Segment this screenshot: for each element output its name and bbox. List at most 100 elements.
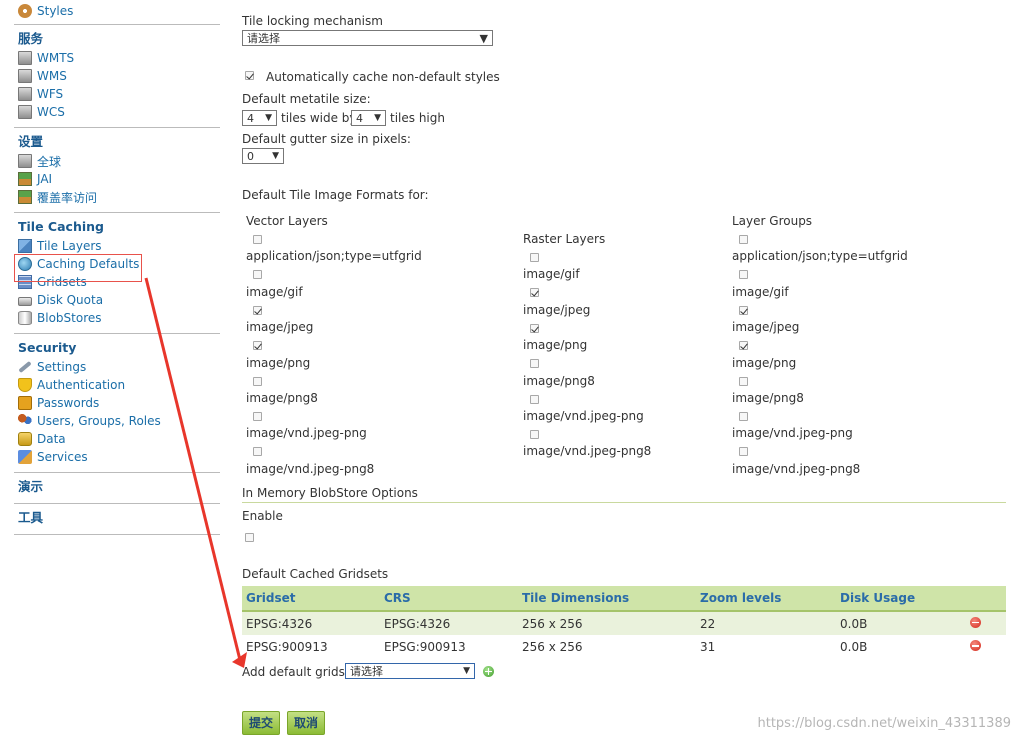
format-checkbox[interactable] [530,253,539,263]
format-checkbox[interactable] [739,305,748,315]
metatile-high-select[interactable]: 4 ▼ [351,110,386,126]
sidebar-item-global[interactable]: 全球 [14,152,220,170]
gutter-select[interactable]: 0 ▼ [242,148,284,164]
format-label: image/vnd.jpeg-png8 [523,444,652,459]
users-icon [18,414,32,428]
tools-title[interactable]: 工具 [14,508,220,528]
cell-tile-dimensions: 256 x 256 [518,611,696,635]
remove-icon[interactable] [970,616,981,628]
format-checkbox-row [246,443,422,461]
metatile-wide-select[interactable]: 4 ▼ [242,110,277,126]
select-value: 请选择 [247,32,280,45]
cancel-button[interactable]: 取消 [287,711,326,735]
sidebar-item-wms[interactable]: WMS [14,67,220,85]
sidebar-item-jai[interactable]: JAI [14,170,220,188]
sidebar-item-label: Settings [37,360,87,374]
format-label: image/gif [523,267,580,282]
format-checkbox[interactable] [253,376,262,386]
sidebar-item-security-settings[interactable]: Settings [14,358,220,376]
security-section: Security Settings Authentication Passwor… [14,333,220,466]
format-checkbox[interactable] [530,288,539,298]
format-checkbox-row [246,337,422,355]
format-checkbox[interactable] [739,270,748,280]
table-row: EPSG:900913 EPSG:900913 256 x 256 31 0.0… [242,635,1006,659]
col-gridset[interactable]: Gridset [242,586,380,612]
sidebar-item-disk-quota[interactable]: Disk Quota [14,291,220,309]
metatile-label: Default metatile size: [242,92,371,106]
format-checkbox[interactable] [530,429,539,439]
raster-title: Raster Layers [523,232,606,246]
demo-title[interactable]: 演示 [14,477,220,497]
tools-section[interactable]: 工具 [14,503,220,528]
sidebar-item-wcs[interactable]: WCS [14,103,220,121]
format-checkbox[interactable] [253,235,262,245]
server-icon [18,87,32,101]
cell-remove [966,635,1006,659]
format-checkbox[interactable] [739,235,748,245]
sidebar-item-data[interactable]: Data [14,430,220,448]
blobstore-icon [18,311,32,325]
remove-icon[interactable] [970,640,981,651]
add-gridset-label: Add default gridset [242,665,357,679]
sidebar-item-services[interactable]: Services [14,448,220,466]
format-checkbox-row [523,355,651,373]
tile-caching-title: Tile Caching [18,219,104,234]
sidebar-item-label: WMTS [37,51,75,65]
checkbox[interactable] [245,71,254,80]
format-checkbox[interactable] [739,411,748,421]
sidebar-item-blobstores[interactable]: BlobStores [14,309,220,327]
divider [242,502,1006,503]
format-checkbox[interactable] [253,341,262,351]
sidebar-item-tile-layers[interactable]: Tile Layers [14,237,220,255]
format-checkbox[interactable] [253,447,262,457]
format-checkbox[interactable] [253,305,262,315]
sidebar-item-styles[interactable]: Styles [14,2,220,20]
enable-label: Enable [242,509,283,523]
sidebar-divider [14,534,220,539]
services-icon [18,450,32,464]
sidebar-item-label: 全球 [37,154,62,169]
tiles-high-label: tiles high [390,111,445,125]
sidebar-item-wfs[interactable]: WFS [14,85,220,103]
col-disk-usage[interactable]: Disk Usage [836,586,966,612]
tile-locking-select[interactable]: 请选择 ▼ [242,30,493,46]
format-label: image/vnd.jpeg-png8 [732,461,861,476]
format-checkbox[interactable] [739,376,748,386]
format-label: image/png8 [523,373,595,388]
add-gridset-select[interactable]: 请选择 ▼ [345,663,475,679]
submit-button[interactable]: 提交 [242,711,281,735]
auto-cache-checkbox[interactable] [245,69,254,83]
sidebar-item-label: Users, Groups, Roles [37,414,161,428]
cell-crs: EPSG:4326 [380,611,518,635]
col-zoom-levels[interactable]: Zoom levels [696,586,836,612]
sidebar-item-authentication[interactable]: Authentication [14,376,220,394]
checkbox[interactable] [245,533,254,542]
format-checkbox[interactable] [739,447,748,457]
format-checkbox[interactable] [530,323,539,333]
format-checkbox[interactable] [253,411,262,421]
format-label: application/json;type=utfgrid [246,249,422,264]
format-checkbox-row [523,284,651,302]
services-section: 服务 WMTS WMS WFS WCS [14,24,220,121]
cell-disk-usage: 0.0B [840,640,868,654]
format-checkbox[interactable] [253,270,262,280]
format-label: image/gif [246,284,303,299]
cell-zoom-levels: 22 [696,611,836,635]
styles-icon [18,4,32,18]
sidebar-item-passwords[interactable]: Passwords [14,394,220,412]
demo-section[interactable]: 演示 [14,472,220,497]
sidebar-item-users-groups-roles[interactable]: Users, Groups, Roles [14,412,220,430]
add-icon[interactable] [483,666,494,677]
enable-checkbox[interactable] [245,531,254,545]
format-checkbox[interactable] [530,359,539,369]
vector-title: Vector Layers [246,214,328,228]
sidebar-item-coverage-access[interactable]: 覆盖率访问 [14,188,220,206]
format-label: image/vnd.jpeg-png [732,426,853,441]
settings-section: 设置 全球 JAI 覆盖率访问 [14,127,220,206]
format-checkbox[interactable] [530,394,539,404]
format-checkbox[interactable] [739,341,748,351]
sidebar-item-wmts[interactable]: WMTS [14,49,220,67]
sidebar-item-label: JAI [37,172,53,186]
col-tile-dimensions[interactable]: Tile Dimensions [518,586,696,612]
col-crs[interactable]: CRS [380,586,518,612]
